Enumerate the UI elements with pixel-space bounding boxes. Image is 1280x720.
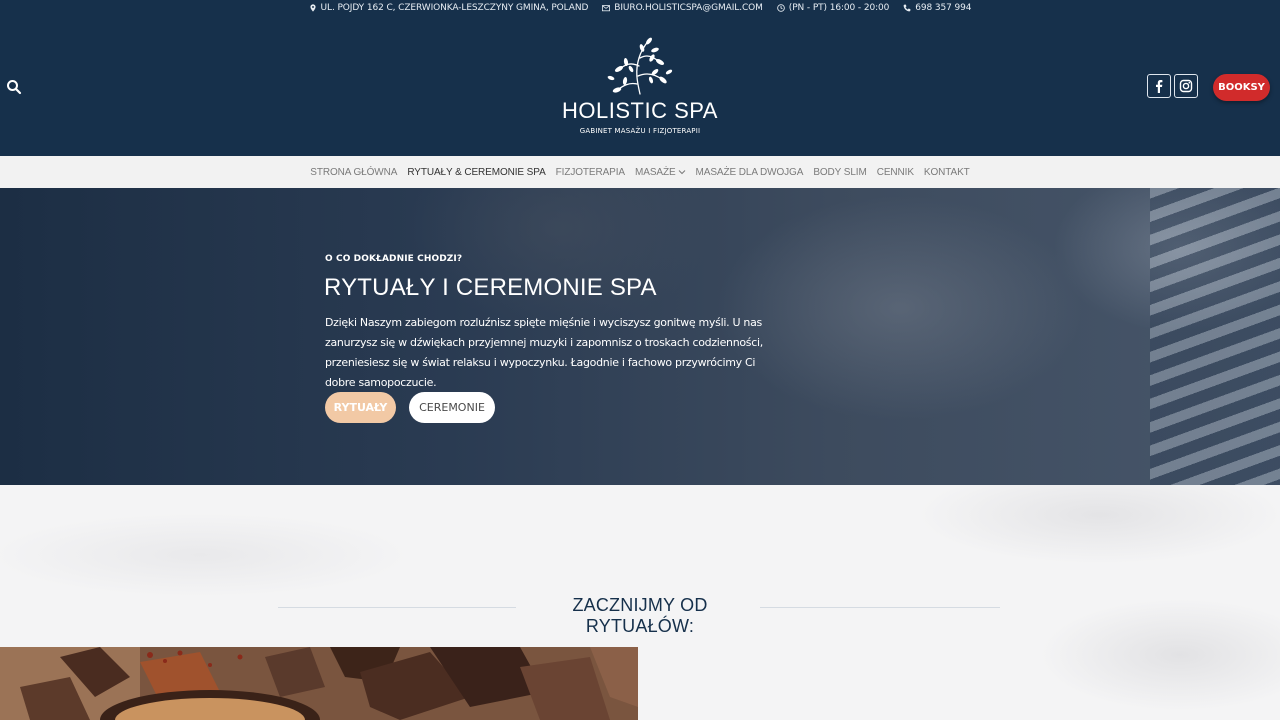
facebook-button[interactable]	[1147, 74, 1171, 98]
nav-item-physiotherapy[interactable]: FIZJOTERAPIA	[556, 167, 625, 178]
email-link[interactable]: BIURO.HOLISTICSPA@GMAIL.COM	[614, 3, 763, 13]
section-divider-left	[278, 607, 516, 608]
hero-kicker: O CO DOKŁADNIE CHODZI?	[325, 254, 463, 264]
nav-item-label: FIZJOTERAPIA	[555, 166, 626, 178]
nav-item-label: MASAŻE	[635, 166, 676, 178]
clock-icon	[776, 4, 785, 12]
email-info[interactable]: BIURO.HOLISTICSPA@GMAIL.COM	[602, 3, 763, 13]
facebook-icon	[1156, 80, 1163, 93]
instagram-icon	[1179, 79, 1193, 93]
section-divider-right	[760, 607, 1000, 608]
hero-description: Dzięki Naszym zabiegom rozluźnisz spięte…	[325, 316, 763, 389]
rituals-button[interactable]: RYTUAŁY	[325, 392, 396, 423]
hero-title: RYTUAŁY I CEREMONIE SPA	[324, 274, 657, 301]
chocolate-ritual-image	[0, 647, 638, 720]
hours-info: (PN - PT) 16:00 - 20:00	[776, 3, 890, 13]
nav-item-label: STRONA GŁÓWNA	[310, 166, 398, 178]
chocolate-pieces-image	[0, 647, 638, 720]
nav-item-home[interactable]: STRONA GŁÓWNA	[310, 167, 397, 178]
nav-item-label: CENNIK	[876, 166, 914, 178]
nav-item-massages[interactable]: MASAŻE	[635, 167, 686, 178]
hero-banner: O CO DOKŁADNIE CHODZI? RYTUAŁY I CEREMON…	[0, 188, 1280, 485]
hero-background-image	[1150, 188, 1280, 485]
phone-link[interactable]: 698 357 994	[915, 3, 971, 13]
main-navigation: STRONA GŁÓWNA RYTUAŁY & CEREMONIE SPA FI…	[0, 156, 1280, 188]
hours-text: (PN - PT) 16:00 - 20:00	[788, 3, 890, 13]
nav-item-label: BODY SLIM	[813, 166, 867, 178]
instagram-button[interactable]	[1174, 74, 1198, 98]
address-text: UL. POJDY 162 C, CZERWIONKA-LESZCZYNY GM…	[320, 3, 589, 13]
logo-title: HOLISTIC SPA	[562, 98, 718, 123]
nav-item-label: KONTAKT	[923, 166, 970, 178]
nav-item-pricing[interactable]: CENNIK	[877, 167, 914, 178]
top-info-bar: UL. POJDY 162 C, CZERWIONKA-LESZCZYNY GM…	[0, 0, 1280, 16]
search-button[interactable]	[6, 79, 22, 95]
phone-icon	[903, 4, 911, 12]
booksy-button[interactable]: BOOKSY	[1213, 74, 1270, 101]
address-info: UL. POJDY 162 C, CZERWIONKA-LESZCZYNY GM…	[309, 3, 589, 13]
nav-item-couples-massages[interactable]: MASAŻE DLA DWOJGA	[696, 167, 804, 178]
nav-item-contact[interactable]: KONTAKT	[924, 167, 970, 178]
site-header: HOLISTIC SPA GABINET MASAŻU I FIZJOTERAP…	[0, 16, 1280, 156]
nav-item-label: MASAŻE DLA DWOJGA	[695, 166, 804, 178]
section-title: ZACZNIJMY OD RYTUAŁÓW:	[572, 595, 708, 636]
site-logo[interactable]: HOLISTIC SPA GABINET MASAŻU I FIZJOTERAP…	[560, 36, 720, 146]
ceremonies-button[interactable]: CEREMONIE	[409, 392, 495, 423]
map-pin-icon	[309, 4, 316, 12]
logo-subtitle: GABINET MASAŻU I FIZJOTERAPII	[579, 127, 701, 135]
envelope-icon	[602, 5, 611, 12]
nav-item-label: RYTUAŁY & CEREMONIE SPA	[407, 166, 546, 178]
chevron-down-icon	[678, 170, 685, 175]
search-icon	[7, 80, 22, 95]
nav-item-body-slim[interactable]: BODY SLIM	[813, 167, 866, 178]
leaf-branch-logo-icon	[607, 37, 673, 95]
nav-item-rituals-ceremonies[interactable]: RYTUAŁY & CEREMONIE SPA	[407, 167, 545, 178]
phone-info[interactable]: 698 357 994	[903, 3, 972, 13]
